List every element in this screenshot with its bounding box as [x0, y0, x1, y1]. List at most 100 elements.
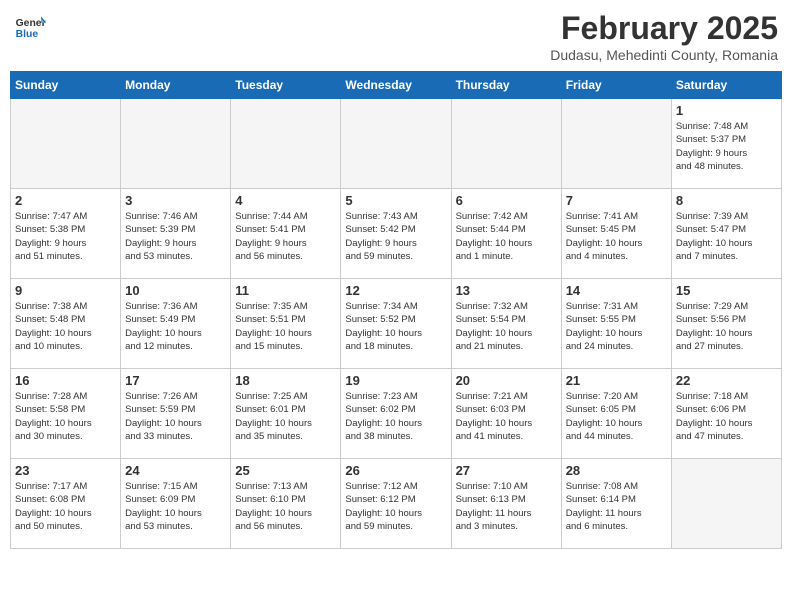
day-info: Sunrise: 7:25 AM Sunset: 6:01 PM Dayligh…: [235, 390, 336, 443]
calendar-cell: 9 Sunrise: 7:38 AM Sunset: 5:48 PM Daylig…: [11, 279, 121, 369]
day-number: 17: [125, 373, 226, 388]
day-info: Sunrise: 7:26 AM Sunset: 5:59 PM Dayligh…: [125, 390, 226, 443]
day-info: Sunrise: 7:12 AM Sunset: 6:12 PM Dayligh…: [345, 480, 446, 533]
day-info: Sunrise: 7:36 AM Sunset: 5:49 PM Dayligh…: [125, 300, 226, 353]
week-row-4: 16 Sunrise: 7:28 AM Sunset: 5:58 PM Dayli…: [11, 369, 782, 459]
weekday-header-saturday: Saturday: [671, 72, 781, 99]
day-info: Sunrise: 7:44 AM Sunset: 5:41 PM Dayligh…: [235, 210, 336, 263]
day-number: 10: [125, 283, 226, 298]
day-info: Sunrise: 7:42 AM Sunset: 5:44 PM Dayligh…: [456, 210, 557, 263]
day-number: 4: [235, 193, 336, 208]
day-number: 3: [125, 193, 226, 208]
day-number: 16: [15, 373, 116, 388]
calendar-cell: [121, 99, 231, 189]
week-row-3: 9 Sunrise: 7:38 AM Sunset: 5:48 PM Daylig…: [11, 279, 782, 369]
calendar-cell: 26 Sunrise: 7:12 AM Sunset: 6:12 PM Dayli…: [341, 459, 451, 549]
calendar-cell: 7Sunrise: 7:41 AM Sunset: 5:45 PM Daylig…: [561, 189, 671, 279]
calendar-cell: 23 Sunrise: 7:17 AM Sunset: 6:08 PM Dayli…: [11, 459, 121, 549]
day-number: 14: [566, 283, 667, 298]
calendar-cell: [341, 99, 451, 189]
calendar-cell: 17 Sunrise: 7:26 AM Sunset: 5:59 PM Dayli…: [121, 369, 231, 459]
calendar-cell: 19Sunrise: 7:23 AM Sunset: 6:02 PM Dayli…: [341, 369, 451, 459]
day-number: 15: [676, 283, 777, 298]
day-info: Sunrise: 7:17 AM Sunset: 6:08 PM Dayligh…: [15, 480, 116, 533]
calendar-cell: 21 Sunrise: 7:20 AM Sunset: 6:05 PM Dayli…: [561, 369, 671, 459]
calendar-cell: [451, 99, 561, 189]
calendar-cell: 20 Sunrise: 7:21 AM Sunset: 6:03 PM Dayli…: [451, 369, 561, 459]
calendar-cell: 11Sunrise: 7:35 AM Sunset: 5:51 PM Dayli…: [231, 279, 341, 369]
day-info: Sunrise: 7:34 AM Sunset: 5:52 PM Dayligh…: [345, 300, 446, 353]
day-info: Sunrise: 7:20 AM Sunset: 6:05 PM Dayligh…: [566, 390, 667, 443]
calendar-cell: 14 Sunrise: 7:31 AM Sunset: 5:55 PM Dayli…: [561, 279, 671, 369]
day-info: Sunrise: 7:29 AM Sunset: 5:56 PM Dayligh…: [676, 300, 777, 353]
week-row-5: 23 Sunrise: 7:17 AM Sunset: 6:08 PM Dayli…: [11, 459, 782, 549]
day-info: Sunrise: 7:21 AM Sunset: 6:03 PM Dayligh…: [456, 390, 557, 443]
calendar-cell: [561, 99, 671, 189]
calendar-cell: 10 Sunrise: 7:36 AM Sunset: 5:49 PM Dayli…: [121, 279, 231, 369]
day-info: Sunrise: 7:38 AM Sunset: 5:48 PM Dayligh…: [15, 300, 116, 353]
calendar-cell: 22 Sunrise: 7:18 AM Sunset: 6:06 PM Dayli…: [671, 369, 781, 459]
day-info: Sunrise: 7:47 AM Sunset: 5:38 PM Dayligh…: [15, 210, 116, 263]
day-info: Sunrise: 7:18 AM Sunset: 6:06 PM Dayligh…: [676, 390, 777, 443]
logo: General Blue: [14, 10, 46, 42]
weekday-header-wednesday: Wednesday: [341, 72, 451, 99]
calendar-cell: 4 Sunrise: 7:44 AM Sunset: 5:41 PM Daylig…: [231, 189, 341, 279]
day-number: 26: [345, 463, 446, 478]
day-number: 11: [235, 283, 336, 298]
day-number: 9: [15, 283, 116, 298]
weekday-header-sunday: Sunday: [11, 72, 121, 99]
calendar-cell: 16 Sunrise: 7:28 AM Sunset: 5:58 PM Dayli…: [11, 369, 121, 459]
day-number: 8: [676, 193, 777, 208]
day-number: 20: [456, 373, 557, 388]
day-info: Sunrise: 7:28 AM Sunset: 5:58 PM Dayligh…: [15, 390, 116, 443]
calendar-cell: 2Sunrise: 7:47 AM Sunset: 5:38 PM Daylig…: [11, 189, 121, 279]
calendar-cell: [671, 459, 781, 549]
week-row-2: 2Sunrise: 7:47 AM Sunset: 5:38 PM Daylig…: [11, 189, 782, 279]
calendar-cell: 12 Sunrise: 7:34 AM Sunset: 5:52 PM Dayli…: [341, 279, 451, 369]
calendar-cell: 15 Sunrise: 7:29 AM Sunset: 5:56 PM Dayli…: [671, 279, 781, 369]
day-number: 6: [456, 193, 557, 208]
calendar-cell: 25 Sunrise: 7:13 AM Sunset: 6:10 PM Dayli…: [231, 459, 341, 549]
day-number: 5: [345, 193, 446, 208]
day-info: Sunrise: 7:43 AM Sunset: 5:42 PM Dayligh…: [345, 210, 446, 263]
day-info: Sunrise: 7:23 AM Sunset: 6:02 PM Dayligh…: [345, 390, 446, 443]
calendar-table: SundayMondayTuesdayWednesdayThursdayFrid…: [10, 71, 782, 549]
day-number: 25: [235, 463, 336, 478]
calendar-cell: 18 Sunrise: 7:25 AM Sunset: 6:01 PM Dayli…: [231, 369, 341, 459]
weekday-header-tuesday: Tuesday: [231, 72, 341, 99]
day-info: Sunrise: 7:10 AM Sunset: 6:13 PM Dayligh…: [456, 480, 557, 533]
week-row-1: 1 Sunrise: 7:48 AM Sunset: 5:37 PM Daylig…: [11, 99, 782, 189]
day-number: 23: [15, 463, 116, 478]
page-header: General Blue February 2025 Dudasu, Mehed…: [10, 10, 782, 63]
day-number: 18: [235, 373, 336, 388]
weekday-header-friday: Friday: [561, 72, 671, 99]
day-info: Sunrise: 7:46 AM Sunset: 5:39 PM Dayligh…: [125, 210, 226, 263]
day-number: 24: [125, 463, 226, 478]
day-info: Sunrise: 7:32 AM Sunset: 5:54 PM Dayligh…: [456, 300, 557, 353]
title-block: February 2025 Dudasu, Mehedinti County, …: [550, 10, 778, 63]
day-info: Sunrise: 7:48 AM Sunset: 5:37 PM Dayligh…: [676, 120, 777, 173]
calendar-cell: 6 Sunrise: 7:42 AM Sunset: 5:44 PM Daylig…: [451, 189, 561, 279]
day-number: 12: [345, 283, 446, 298]
day-number: 1: [676, 103, 777, 118]
weekday-header-thursday: Thursday: [451, 72, 561, 99]
calendar-cell: 3 Sunrise: 7:46 AM Sunset: 5:39 PM Daylig…: [121, 189, 231, 279]
weekday-header-monday: Monday: [121, 72, 231, 99]
day-number: 22: [676, 373, 777, 388]
calendar-cell: 28Sunrise: 7:08 AM Sunset: 6:14 PM Dayli…: [561, 459, 671, 549]
day-info: Sunrise: 7:13 AM Sunset: 6:10 PM Dayligh…: [235, 480, 336, 533]
month-year-title: February 2025: [550, 10, 778, 47]
calendar-cell: 5 Sunrise: 7:43 AM Sunset: 5:42 PM Daylig…: [341, 189, 451, 279]
day-number: 27: [456, 463, 557, 478]
day-number: 13: [456, 283, 557, 298]
weekday-header-row: SundayMondayTuesdayWednesdayThursdayFrid…: [11, 72, 782, 99]
day-info: Sunrise: 7:41 AM Sunset: 5:45 PM Dayligh…: [566, 210, 667, 263]
location-subtitle: Dudasu, Mehedinti County, Romania: [550, 47, 778, 63]
day-info: Sunrise: 7:08 AM Sunset: 6:14 PM Dayligh…: [566, 480, 667, 533]
calendar-cell: 24Sunrise: 7:15 AM Sunset: 6:09 PM Dayli…: [121, 459, 231, 549]
calendar-cell: 1 Sunrise: 7:48 AM Sunset: 5:37 PM Daylig…: [671, 99, 781, 189]
day-number: 21: [566, 373, 667, 388]
svg-text:Blue: Blue: [16, 29, 39, 40]
calendar-cell: 13 Sunrise: 7:32 AM Sunset: 5:54 PM Dayli…: [451, 279, 561, 369]
day-info: Sunrise: 7:31 AM Sunset: 5:55 PM Dayligh…: [566, 300, 667, 353]
